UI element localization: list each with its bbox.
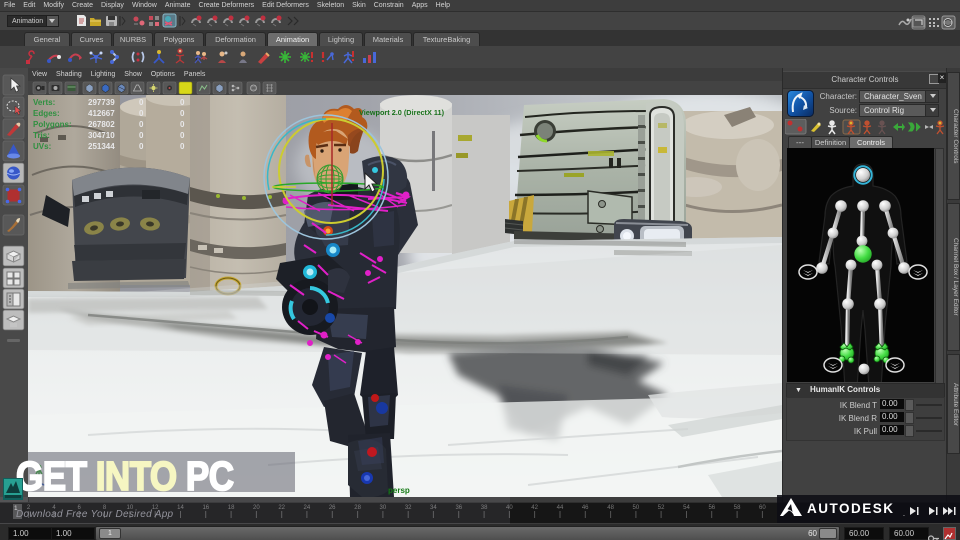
svg-text:Verts:: Verts: (33, 98, 55, 107)
svg-text:0: 0 (180, 142, 185, 151)
svg-text:50: 50 (633, 505, 640, 511)
svg-text:0: 0 (139, 120, 144, 129)
svg-text:0: 0 (139, 98, 144, 107)
svg-text:60: 60 (759, 505, 766, 511)
svg-text:AUTODESK: AUTODESK (807, 501, 895, 516)
svg-text:52: 52 (658, 505, 665, 511)
svg-text:46: 46 (582, 505, 589, 511)
svg-text:297739: 297739 (88, 98, 115, 107)
svg-text:48: 48 (607, 505, 614, 511)
svg-text:412667: 412667 (88, 109, 115, 118)
svg-text:251344: 251344 (88, 142, 115, 151)
svg-text:.: . (903, 511, 905, 518)
svg-text:Polygons:: Polygons: (33, 120, 72, 129)
svg-text:Edges:: Edges: (33, 109, 60, 118)
svg-text:44: 44 (557, 505, 564, 511)
svg-text:Viewport 2.0 (DirectX 11): Viewport 2.0 (DirectX 11) (359, 108, 445, 117)
svg-text:persp: persp (388, 486, 410, 495)
svg-text:0: 0 (180, 98, 185, 107)
svg-text:UVs:: UVs: (33, 142, 51, 151)
svg-text:0: 0 (180, 109, 185, 118)
svg-text:267802: 267802 (88, 120, 115, 129)
svg-text:42: 42 (531, 505, 538, 511)
svg-text:0: 0 (139, 109, 144, 118)
svg-text:56: 56 (708, 505, 715, 511)
svg-text:0: 0 (139, 142, 144, 151)
svg-text:Tris:: Tris: (33, 131, 50, 140)
svg-text:0: 0 (180, 131, 185, 140)
svg-text:58: 58 (734, 505, 741, 511)
svg-text:0: 0 (180, 120, 185, 129)
svg-text:54: 54 (683, 505, 690, 511)
svg-text:0: 0 (139, 131, 144, 140)
svg-text:304710: 304710 (88, 131, 115, 140)
